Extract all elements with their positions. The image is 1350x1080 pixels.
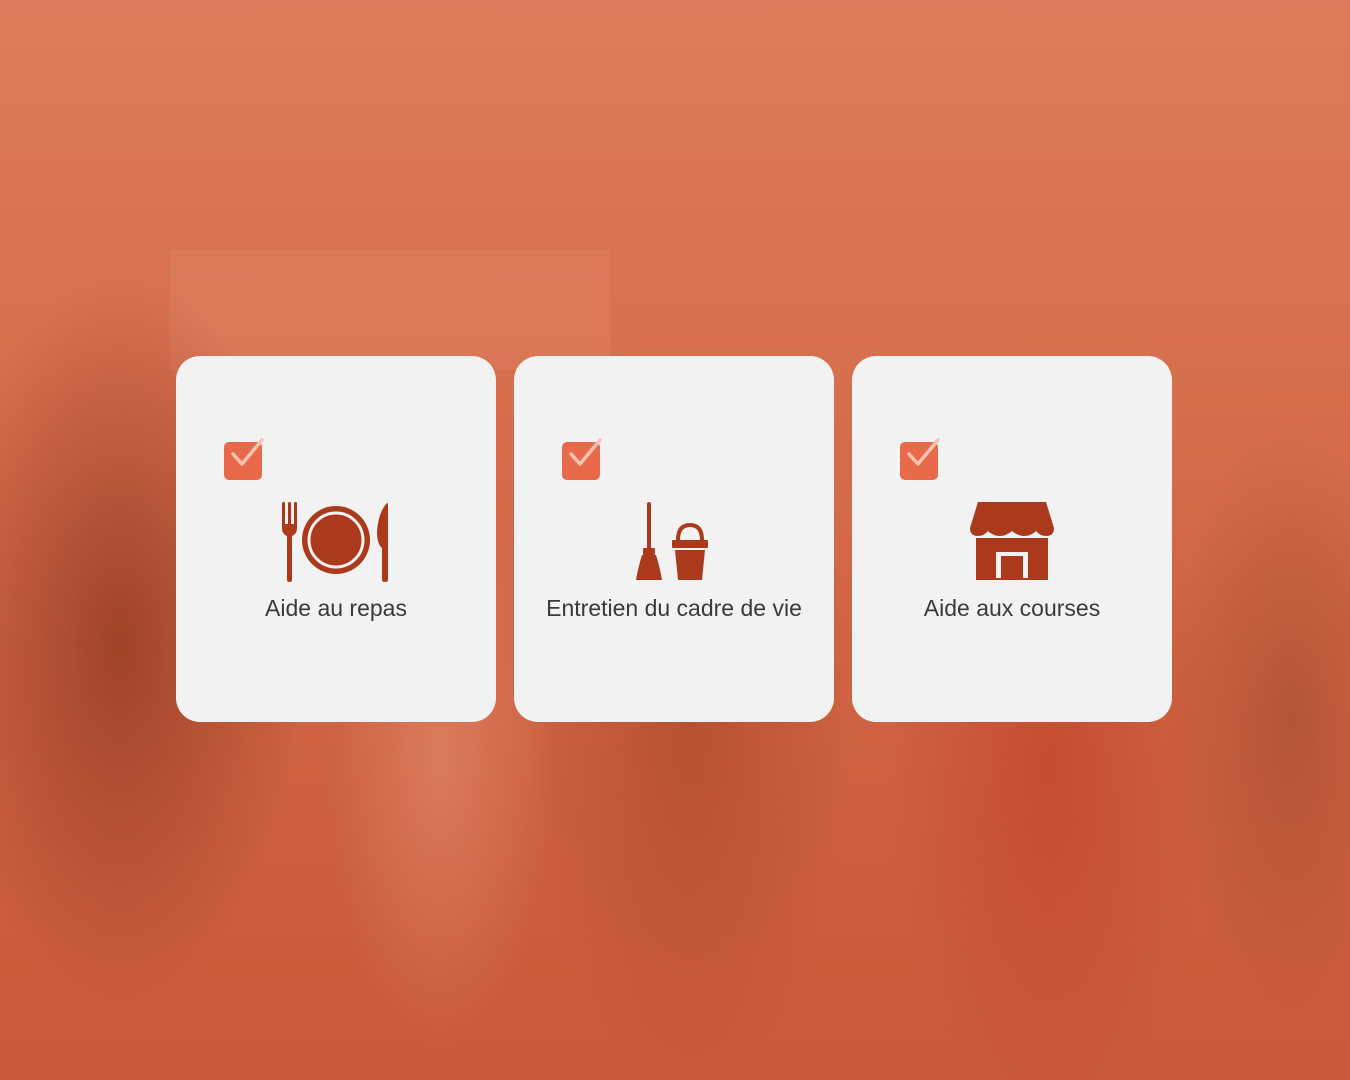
checkbox[interactable]: [562, 438, 602, 480]
service-label: Entretien du cadre de vie: [546, 595, 802, 621]
service-label: Aide aux courses: [923, 595, 1101, 621]
service-label: Aide au repas: [265, 595, 407, 621]
service-card-cleaning[interactable]: Entretien du cadre de vie: [514, 356, 834, 722]
service-card-meal[interactable]: Aide au repas: [176, 356, 496, 722]
checkmark-icon: [907, 438, 940, 466]
checkbox[interactable]: [224, 438, 264, 480]
fork-plate-knife-icon: [176, 500, 496, 582]
service-card-shopping[interactable]: Aide aux courses: [852, 356, 1172, 722]
shop-storefront-icon: [852, 500, 1172, 582]
service-cards: Aide au repas Entretien du cadre de vie …: [176, 356, 1172, 722]
background-wall: [170, 250, 610, 370]
broom-bucket-icon: [514, 500, 834, 582]
checkmark-icon: [231, 438, 264, 466]
checkbox[interactable]: [900, 438, 940, 480]
checkmark-icon: [569, 438, 602, 466]
